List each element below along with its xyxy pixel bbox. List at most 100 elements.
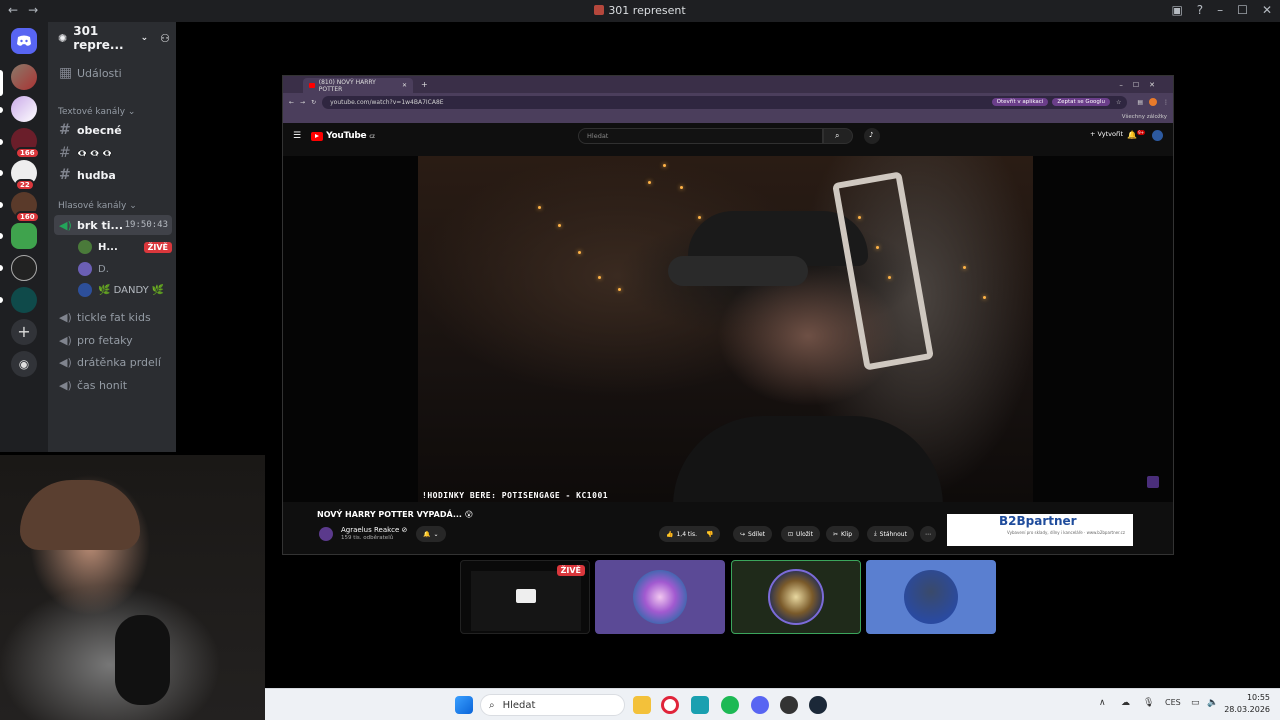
taskbar-search[interactable]: ⌕ Hledat bbox=[480, 694, 625, 716]
participant-tile-speaking[interactable] bbox=[731, 560, 861, 634]
participant-tile-stream[interactable]: ŽIVĚ bbox=[460, 560, 590, 634]
voice-channel[interactable]: ◀) čas honit bbox=[54, 375, 172, 395]
all-bookmarks[interactable]: Všechny záložky bbox=[1122, 114, 1167, 120]
maximize-button[interactable]: ☐ bbox=[1237, 3, 1248, 17]
channel-avatar[interactable] bbox=[319, 527, 333, 541]
microphone-graphic bbox=[115, 615, 170, 705]
search-icon: ⌕ bbox=[489, 699, 495, 711]
participant-tile[interactable] bbox=[595, 560, 725, 634]
microphone-icon[interactable]: 🎙 bbox=[1143, 698, 1154, 708]
add-server-icon[interactable]: + bbox=[11, 319, 37, 345]
clock[interactable]: 10:55 28.03.2026 bbox=[1224, 692, 1270, 716]
voice-user[interactable]: H... ŽIVĚ bbox=[78, 238, 172, 256]
create-button[interactable]: + Vytvořit bbox=[1090, 130, 1123, 138]
explore-icon[interactable]: ◉ bbox=[11, 351, 37, 377]
channel-eyes[interactable]: # 👁‍🗨 👁‍🗨 👁‍🗨 bbox=[54, 143, 172, 163]
video-player[interactable]: !HODINKY BERE: POTISENGAGE - KC1001 bbox=[283, 156, 1173, 506]
avatar[interactable] bbox=[1152, 130, 1163, 141]
youtube-logo[interactable]: YouTube CZ bbox=[311, 131, 375, 141]
back-icon[interactable]: ← bbox=[289, 99, 294, 106]
language-indicator[interactable]: CES bbox=[1165, 698, 1181, 707]
youtube-icon bbox=[309, 83, 315, 88]
chair-graphic bbox=[832, 171, 934, 371]
browser-tab[interactable]: (810) NOVÝ HARRY POTTER ✕ bbox=[303, 78, 413, 93]
server-icon[interactable] bbox=[11, 96, 37, 122]
reload-icon[interactable]: ↻ bbox=[311, 99, 316, 106]
discord-home-icon[interactable] bbox=[11, 28, 37, 54]
network-icon[interactable]: ☁ bbox=[1121, 698, 1130, 708]
voice-channel[interactable]: ◀) tickle fat kids bbox=[54, 307, 172, 327]
windows-start-icon[interactable] bbox=[455, 696, 473, 714]
server-icon[interactable]: 160 bbox=[11, 192, 40, 223]
download-button[interactable]: ⤓ Stáhnout bbox=[867, 526, 914, 542]
window-controls[interactable]: –☐✕ bbox=[1119, 81, 1165, 89]
clip-button[interactable]: ✂ Klip bbox=[826, 526, 860, 542]
close-tab-icon[interactable]: ✕ bbox=[402, 82, 407, 89]
discord-icon[interactable] bbox=[751, 696, 769, 714]
app-icon[interactable] bbox=[780, 696, 798, 714]
channel-hudba[interactable]: # hudba bbox=[54, 165, 172, 185]
voice-channels-category[interactable]: Hlasové kanály ⌄ bbox=[58, 201, 137, 211]
speaker-icon: ◀) bbox=[59, 355, 72, 369]
voice-user[interactable]: D. bbox=[78, 260, 172, 278]
bell-icon[interactable]: 🔔9+ bbox=[1127, 130, 1145, 140]
back-arrow-icon[interactable]: ← bbox=[8, 3, 18, 17]
voice-channel[interactable]: ◀) pro fetaky bbox=[54, 330, 172, 350]
thumbs-down-icon[interactable]: 👎 bbox=[706, 531, 713, 538]
youtube-play-icon bbox=[311, 131, 324, 141]
ad-banner[interactable]: B2Bpartner Vybavení pro sklady, dílny i … bbox=[947, 514, 1133, 546]
server-icon[interactable]: 22 bbox=[11, 160, 37, 191]
subscriber-count: 159 tis. odběratelů bbox=[341, 535, 394, 541]
text-channels-category[interactable]: Textové kanály ⌄ bbox=[58, 107, 135, 117]
inbox-icon[interactable]: ▣ bbox=[1171, 3, 1182, 17]
more-button[interactable]: ⋯ bbox=[920, 526, 936, 542]
search-button[interactable]: ⌕ bbox=[823, 128, 853, 144]
server-icon[interactable] bbox=[11, 287, 37, 313]
like-button[interactable]: 👍 1,4 tis. 👎 bbox=[659, 526, 721, 542]
mic-button[interactable]: ♪ bbox=[864, 128, 880, 144]
forward-arrow-icon[interactable]: → bbox=[28, 3, 38, 17]
voice-user[interactable]: 🌿 DANDY 🌿 bbox=[78, 281, 172, 299]
spotify-icon[interactable] bbox=[721, 696, 739, 714]
close-button[interactable]: ✕ bbox=[1262, 3, 1272, 17]
bell-icon: 🔔 bbox=[423, 530, 431, 538]
server-icon[interactable] bbox=[11, 255, 37, 281]
opera-icon[interactable] bbox=[661, 696, 679, 714]
new-tab-icon[interactable]: + bbox=[421, 80, 428, 89]
server-header[interactable]: ✺ 301 repre... ⌄ ⚇ bbox=[48, 22, 176, 54]
forward-icon[interactable]: → bbox=[300, 99, 305, 106]
monitor-icon[interactable]: ▭ bbox=[1191, 698, 1200, 708]
notification-bell-button[interactable]: 🔔 ⌄ bbox=[416, 526, 446, 542]
extensions-icon[interactable]: ▤ bbox=[1137, 99, 1143, 106]
minimize-button[interactable]: – bbox=[1217, 3, 1223, 17]
server-icon[interactable]: 166 bbox=[11, 128, 40, 159]
channel-obecne[interactable]: # obecné bbox=[54, 120, 172, 140]
server-icon[interactable] bbox=[11, 223, 37, 249]
channel-name[interactable]: Agraelus Reakce ⊘ bbox=[341, 526, 407, 534]
server-icon-301[interactable] bbox=[11, 64, 37, 90]
volume-icon[interactable]: 🔈 bbox=[1207, 698, 1218, 708]
open-in-app-chip[interactable]: Otevřít v aplikaci bbox=[991, 98, 1049, 106]
menu-icon[interactable]: ⋮ bbox=[1163, 99, 1169, 106]
chevron-up-icon[interactable]: ∧ bbox=[1099, 698, 1106, 708]
app-icon[interactable] bbox=[691, 696, 709, 714]
voice-channel-brk[interactable]: ◀) brk ti... 19:50:43 bbox=[54, 215, 172, 235]
add-user-icon[interactable]: ⚇ bbox=[160, 32, 170, 45]
stream-browser-window[interactable]: (810) NOVÝ HARRY POTTER ✕ + –☐✕ ← → ↻ you… bbox=[282, 75, 1174, 555]
ask-google-chip[interactable]: Zeptat se Googlu bbox=[1052, 98, 1110, 106]
save-button[interactable]: ⊡ Uložit bbox=[781, 526, 820, 542]
microphone-icon: ♪ bbox=[869, 131, 874, 139]
webcam-hair-graphic bbox=[20, 480, 140, 550]
help-icon[interactable]: ? bbox=[1197, 3, 1203, 17]
profile-icon[interactable] bbox=[1149, 98, 1157, 106]
star-icon[interactable]: ☆ bbox=[1116, 99, 1121, 106]
participant-tile[interactable] bbox=[866, 560, 996, 634]
voice-channel[interactable]: ◀) drátěnka prdelí bbox=[54, 352, 172, 372]
events-item[interactable]: ▦ Události bbox=[54, 63, 172, 83]
steam-icon[interactable] bbox=[809, 696, 827, 714]
share-button[interactable]: ↪ Sdílet bbox=[733, 526, 773, 542]
hamburger-icon[interactable]: ☰ bbox=[293, 131, 301, 141]
url-field[interactable]: youtube.com/watch?v=1w4BA7ICA8E Otevřít … bbox=[322, 95, 1128, 109]
file-explorer-icon[interactable] bbox=[633, 696, 651, 714]
youtube-search-input[interactable]: Hledat bbox=[578, 128, 823, 144]
